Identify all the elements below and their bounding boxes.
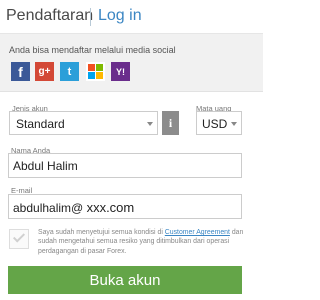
email-local-part: abdulhalim@	[13, 201, 84, 215]
terms-text: Saya sudah menyetujui semua kondisi di C…	[38, 228, 246, 256]
microsoft-logo-blue	[88, 72, 95, 79]
microsoft-logo-yellow	[96, 72, 103, 79]
microsoft-logo-red	[88, 64, 95, 71]
terms-text-before: Saya sudah menyetujui semua kondisi di	[38, 229, 165, 236]
microsoft-icon[interactable]	[86, 62, 105, 81]
currency-select[interactable]: USD	[196, 111, 242, 135]
customer-agreement-link[interactable]: Customer Agreement	[165, 229, 230, 236]
google-plus-icon[interactable]: g+	[35, 62, 54, 81]
microsoft-logo-green	[96, 64, 103, 71]
tab-header: Pendaftaran Log in	[0, 0, 263, 34]
chevron-down-icon	[231, 122, 237, 126]
info-button[interactable]: i	[162, 111, 179, 135]
microsoft-logo-grid	[88, 64, 103, 79]
tab-divider	[90, 8, 91, 26]
open-account-button[interactable]: Buka akun	[8, 266, 242, 294]
chevron-down-icon	[147, 122, 153, 126]
name-field[interactable]: Abdul Halim	[8, 153, 242, 178]
yahoo-icon[interactable]: Y!	[111, 62, 130, 81]
terms-checkbox[interactable]	[9, 229, 29, 249]
email-domain: xxx.com	[86, 200, 135, 215]
social-signup-panel: Anda bisa mendaftar melalui media social…	[0, 34, 263, 92]
twitter-icon[interactable]: t	[60, 62, 79, 81]
account-type-value: Standard	[16, 117, 65, 131]
social-caption: Anda bisa mendaftar melalui media social	[9, 45, 176, 55]
tab-login[interactable]: Log in	[98, 7, 142, 25]
check-icon	[12, 230, 26, 243]
tab-register[interactable]: Pendaftaran	[6, 7, 93, 25]
currency-value: USD	[202, 117, 228, 131]
email-field[interactable]: abdulhalim@ xxx.com	[8, 194, 242, 219]
facebook-icon[interactable]: f	[11, 62, 30, 81]
account-type-select[interactable]: Standard	[9, 111, 158, 135]
